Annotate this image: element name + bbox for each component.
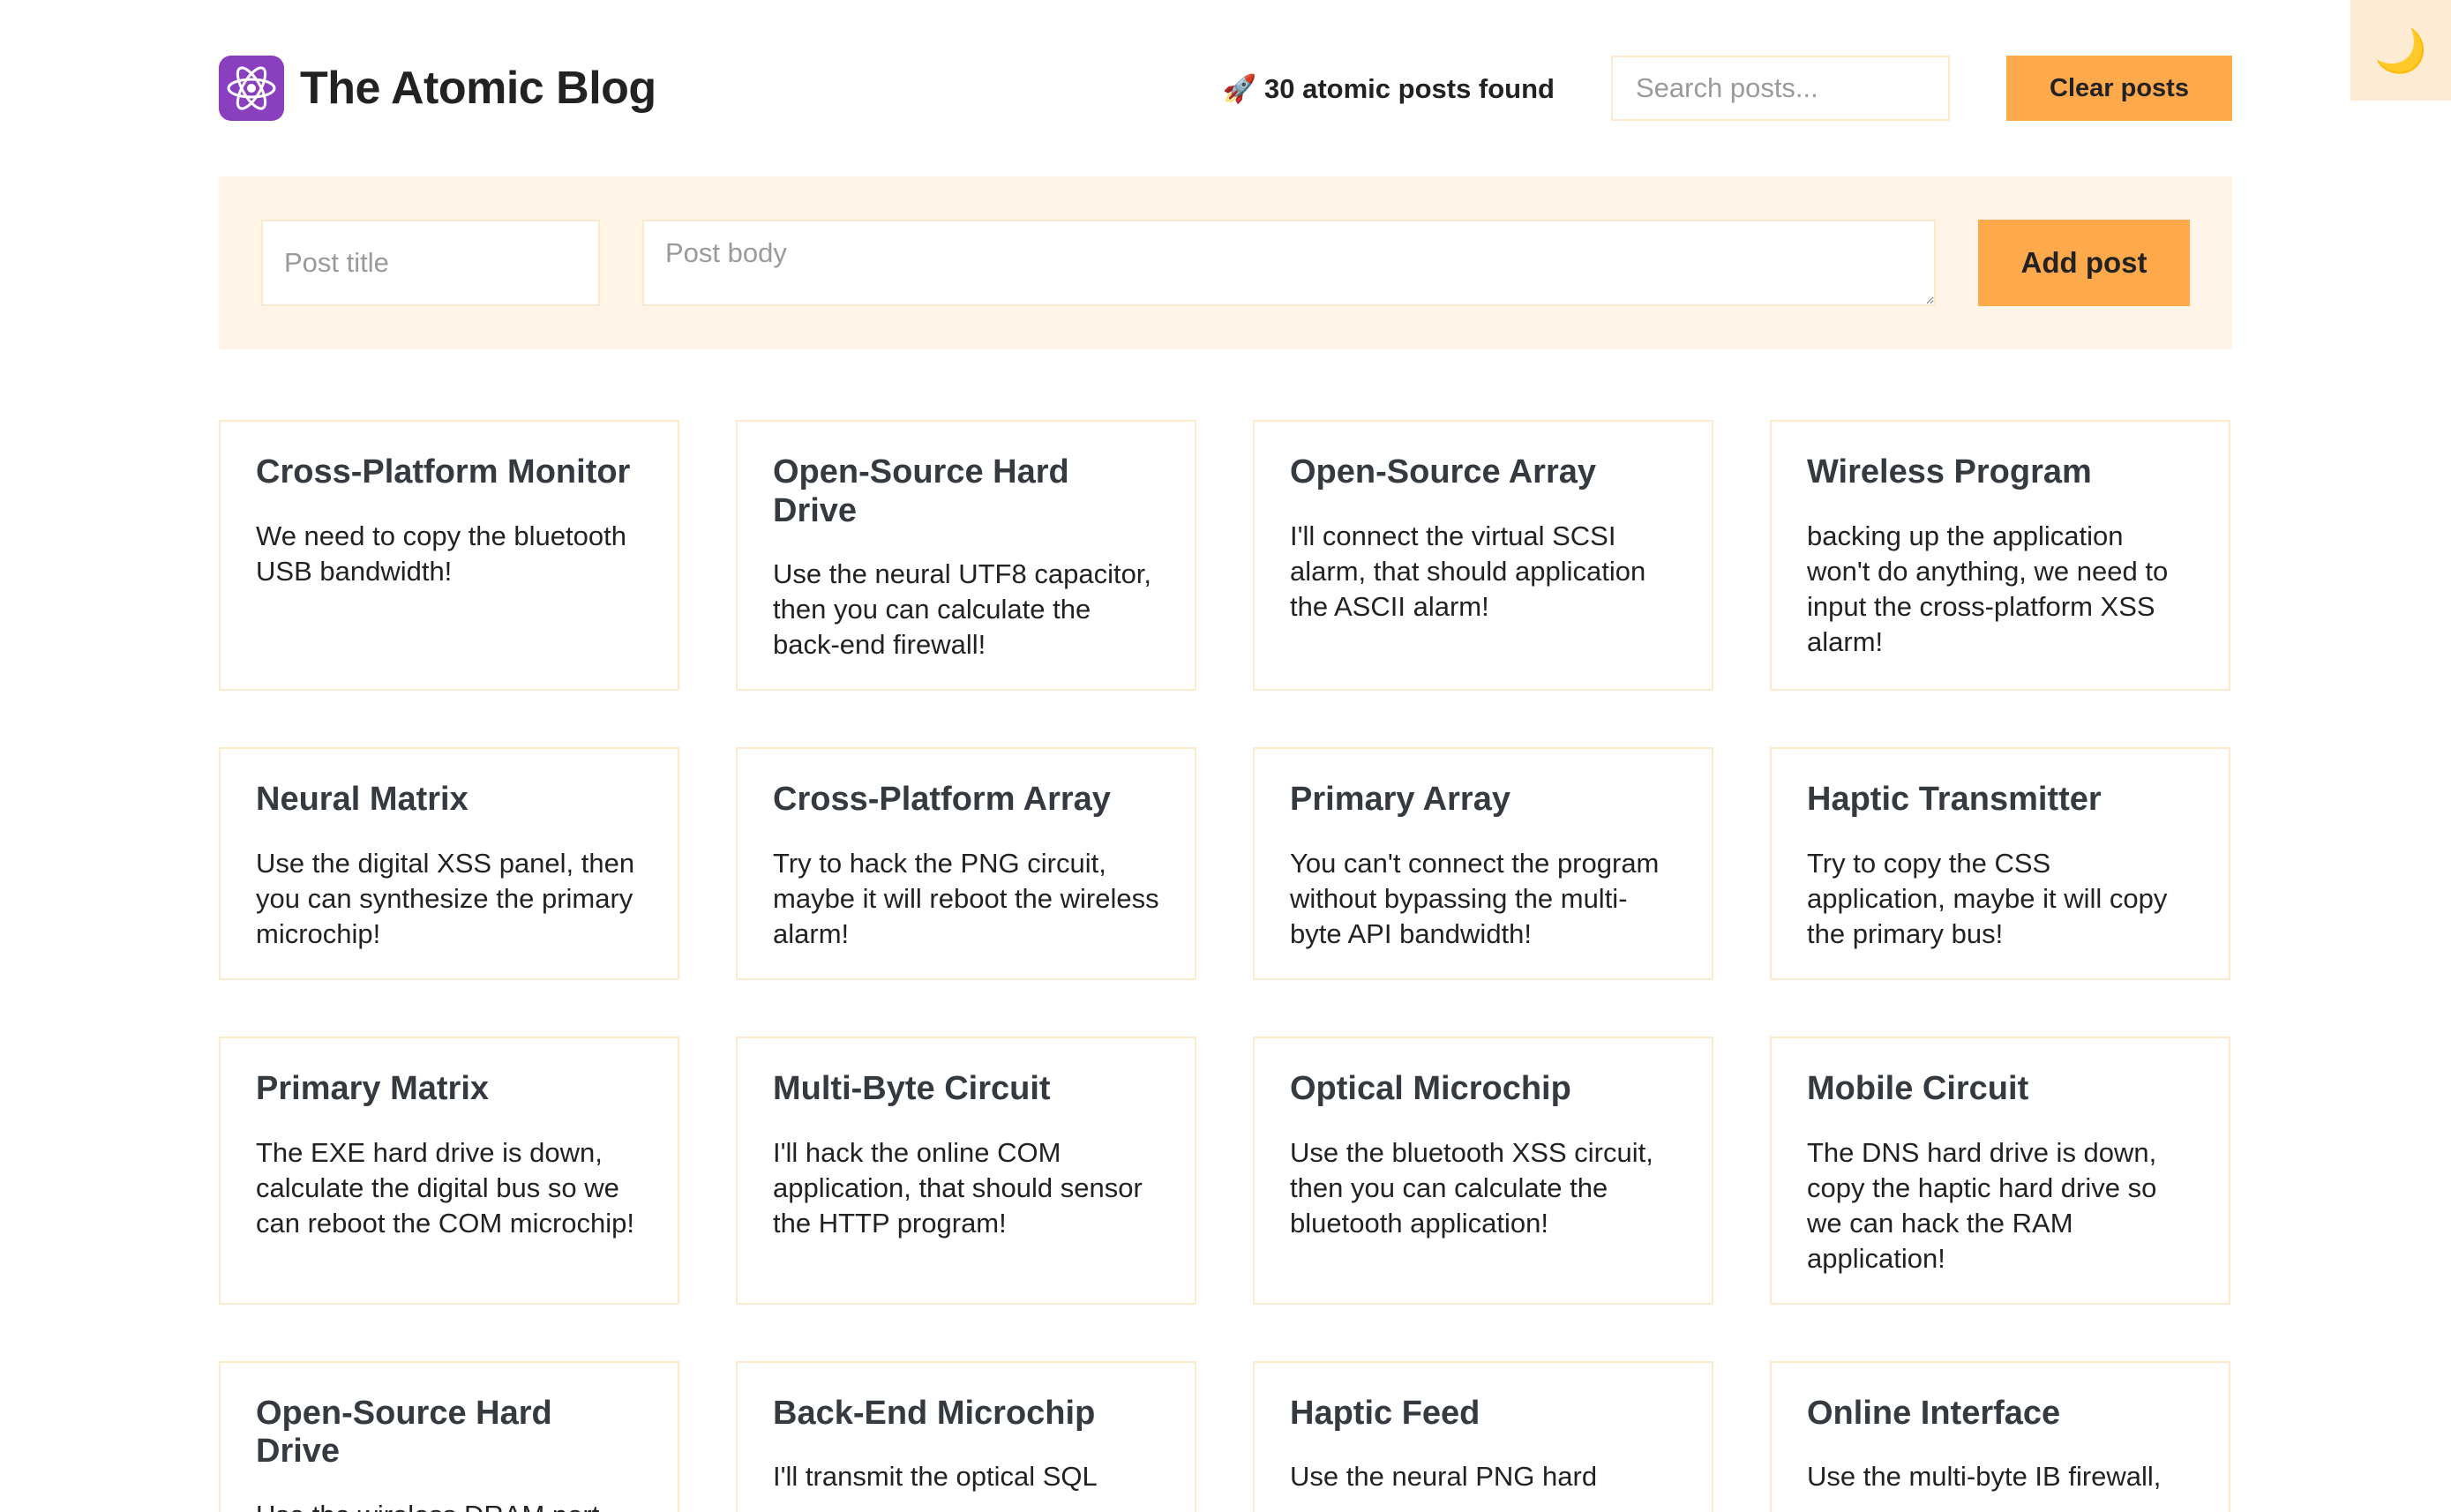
atom-icon [219, 56, 284, 121]
post-title: Open-Source Hard Drive [773, 453, 1069, 529]
post-card: Neural Matrix Use the digital XSS panel, … [219, 747, 679, 981]
post-title: Neural Matrix [256, 781, 468, 819]
post-card: Multi-Byte Circuit I'll hack the online C… [736, 1037, 1196, 1305]
post-title: Primary Matrix [256, 1070, 490, 1108]
post-title: Haptic Feed [1290, 1394, 1480, 1432]
post-card: Cross-Platform Monitor We need to copy th… [219, 420, 679, 692]
post-body: Use the digital XSS panel, then you can … [256, 848, 635, 950]
post-count-stats: 🚀 30 atomic posts found [1222, 72, 1555, 104]
post-body: Use the neural PNG hard [1290, 1461, 1598, 1493]
post-card: Primary Array You can't connect the progr… [1253, 747, 1713, 981]
post-body: backing up the application won't do anyt… [1807, 520, 2169, 657]
search-input[interactable] [1611, 56, 1950, 121]
post-title-input[interactable] [261, 220, 600, 306]
post-body: Use the multi-byte IB firewall, [1807, 1461, 2162, 1493]
blog-title: The Atomic Blog [300, 63, 656, 114]
post-body: We need to copy the bluetooth USB bandwi… [256, 520, 626, 587]
post-title: Online Interface [1807, 1394, 2061, 1432]
add-post-form: Add post [219, 176, 2232, 349]
post-card: Back-End Microchip I'll transmit the opti… [736, 1360, 1196, 1512]
dark-mode-toggle-button[interactable]: 🌙 [2350, 0, 2451, 101]
moon-icon: 🌙 [2374, 27, 2427, 75]
post-title: Open-Source Hard Drive [256, 1394, 552, 1471]
post-card: Haptic Transmitter Try to copy the CSS ap… [1770, 747, 2230, 981]
post-body: The DNS hard drive is down, copy the hap… [1807, 1136, 2157, 1274]
post-card: Open-Source Hard Drive Use the neural UTF… [736, 420, 1196, 692]
post-body: Try to copy the CSS application, maybe i… [1807, 848, 2168, 950]
add-post-button[interactable]: Add post [1978, 220, 2190, 306]
post-card: Open-Source Hard Drive Use the wireless D… [219, 1360, 679, 1512]
post-body: Use the bluetooth XSS circuit, then you … [1290, 1136, 1653, 1239]
post-card: Primary Matrix The EXE hard drive is down… [219, 1037, 679, 1305]
post-card: Haptic Feed Use the neural PNG hard [1253, 1360, 1713, 1512]
post-card: Mobile Circuit The DNS hard drive is down… [1770, 1037, 2230, 1305]
post-title: Open-Source Array [1290, 453, 1597, 490]
post-card: Open-Source Array I'll connect the virtua… [1253, 420, 1713, 692]
clear-posts-button[interactable]: Clear posts [2006, 56, 2232, 121]
post-card: Wireless Program backing up the applicati… [1770, 420, 2230, 692]
post-card: Cross-Platform Array Try to hack the PNG … [736, 747, 1196, 981]
post-body: The EXE hard drive is down, calculate th… [256, 1136, 635, 1239]
post-body: Try to hack the PNG circuit, maybe it wi… [773, 848, 1159, 950]
post-title: Mobile Circuit [1807, 1070, 2029, 1108]
post-body: Use the neural UTF8 capacitor, then you … [773, 558, 1152, 661]
post-body: You can't connect the program without by… [1290, 848, 1660, 950]
post-body: I'll hack the online COM application, th… [773, 1136, 1143, 1239]
post-title: Cross-Platform Array [773, 781, 1111, 819]
post-title: Optical Microchip [1290, 1070, 1571, 1108]
post-title: Multi-Byte Circuit [773, 1070, 1051, 1108]
post-title: Wireless Program [1807, 453, 2092, 490]
posts-grid: Cross-Platform Monitor We need to copy th… [219, 420, 2232, 1512]
post-title: Haptic Transmitter [1807, 781, 2102, 819]
post-card: Optical Microchip Use the bluetooth XSS c… [1253, 1037, 1713, 1305]
logo: The Atomic Blog [219, 56, 656, 121]
header-controls: 🚀 30 atomic posts found Clear posts [1223, 56, 2232, 121]
post-title: Back-End Microchip [773, 1394, 1096, 1432]
post-title: Cross-Platform Monitor [256, 453, 631, 490]
header: The Atomic Blog 🚀 30 atomic posts found … [219, 0, 2232, 176]
post-body: Use the wireless DRAM port, [256, 1498, 642, 1512]
post-body: I'll connect the virtual SCSI alarm, tha… [1290, 520, 1646, 622]
post-card: Online Interface Use the multi-byte IB fi… [1770, 1360, 2230, 1512]
post-body-textarea[interactable] [642, 220, 1936, 306]
post-body: I'll transmit the optical SQL [773, 1461, 1098, 1493]
app-container: The Atomic Blog 🚀 30 atomic posts found … [219, 0, 2232, 1512]
post-title: Primary Array [1290, 781, 1510, 819]
